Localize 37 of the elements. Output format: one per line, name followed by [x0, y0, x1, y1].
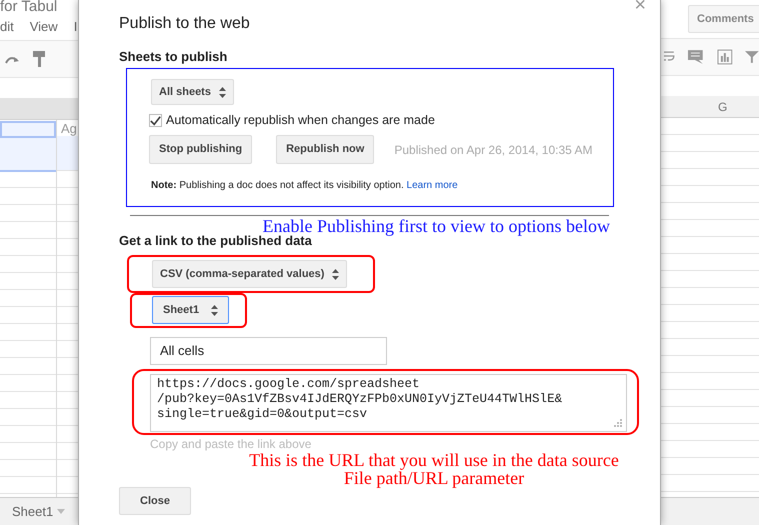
sheet-select[interactable]: Sheet1 — [152, 296, 230, 324]
chart-icon[interactable] — [716, 48, 734, 66]
learn-more-link[interactable]: Learn more — [406, 180, 458, 191]
select-arrows-icon — [218, 86, 226, 98]
document-title: for Tabul — [0, 0, 58, 14]
menu-item[interactable]: I — [74, 17, 78, 37]
sheet-tab[interactable]: Sheet1 — [12, 502, 66, 522]
close-button[interactable]: Close — [119, 487, 191, 515]
annotation-text: Enable Publishing first to view to options below — [262, 216, 610, 236]
checkbox-label: Automatically republish when changes are made — [166, 112, 435, 130]
redo-icon[interactable] — [4, 54, 20, 64]
annotation-text: This is the URL that you will use in the data source File path/URL parameter — [248, 451, 620, 487]
table-cell-text: Ag — [60, 120, 78, 136]
menu-item[interactable]: dit — [0, 17, 14, 37]
comment-icon[interactable] — [686, 49, 704, 65]
note-text: Note: Publishing a doc does not affect its visibility option. — [151, 180, 404, 191]
filter-icon[interactable] — [745, 50, 759, 64]
select-arrows-icon — [332, 268, 340, 280]
resize-grip-icon[interactable] — [614, 419, 622, 427]
checkbox[interactable] — [149, 114, 162, 128]
column-header: G — [718, 98, 728, 116]
republish-button[interactable]: Republish now — [276, 135, 374, 164]
stop-publishing-button[interactable]: Stop publishing — [149, 135, 252, 164]
published-status: Published on Apr 26, 2014, 10:35 AM — [394, 142, 592, 158]
range-field[interactable]: All cells — [150, 337, 387, 365]
menu-item[interactable]: View — [30, 17, 58, 37]
paint-roller-icon[interactable] — [32, 50, 46, 68]
url-field[interactable]: https://docs.google.com/spreadsheet /pub?key=0As1VfZBsv4IJdERQYzFPb0xUN0IyVjZTeU44TWlHSlE& single=true&gid=0&output=csv — [150, 374, 627, 432]
sheet-select[interactable]: All sheets — [151, 79, 234, 106]
hint-text: Copy and paste the link above — [150, 437, 312, 451]
format-select[interactable]: CSV (comma-separated values) — [152, 260, 348, 288]
section-heading: Get a link to the published data — [119, 233, 313, 249]
selected-cell[interactable] — [0, 121, 56, 138]
select-arrows-icon — [211, 304, 218, 316]
caret-icon — [57, 509, 66, 514]
dialog-title: Publish to the web — [119, 14, 251, 34]
section-heading: Sheets to publish — [119, 49, 228, 65]
